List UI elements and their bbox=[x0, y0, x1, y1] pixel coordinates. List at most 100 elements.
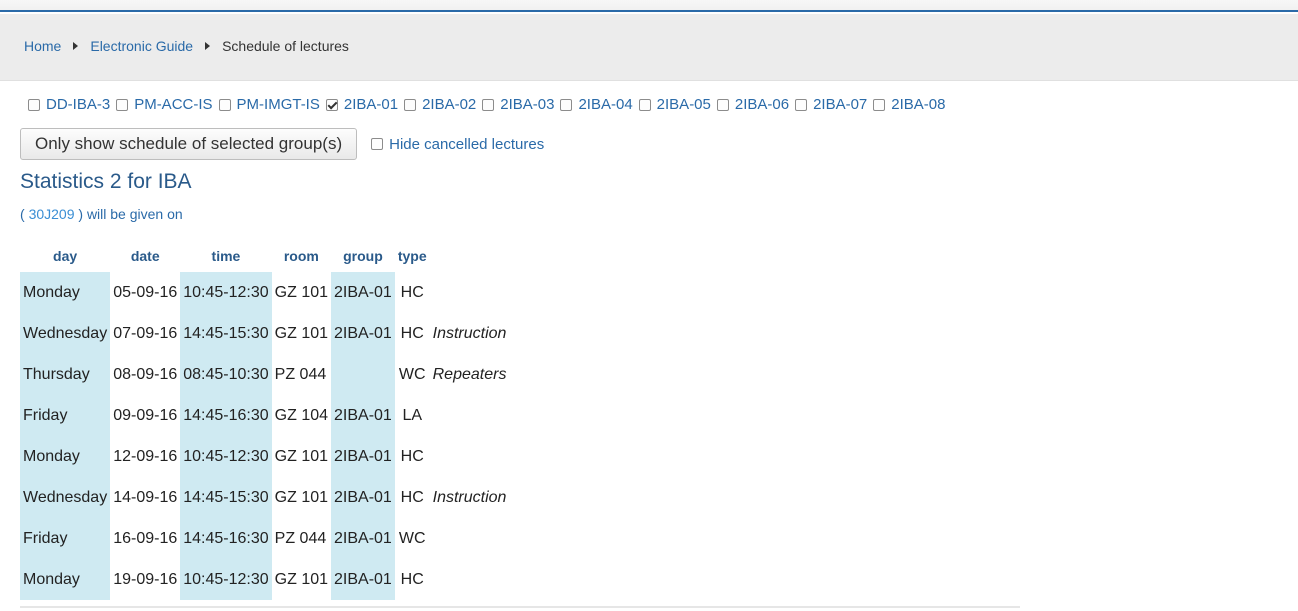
group-checkbox[interactable] bbox=[560, 98, 573, 111]
group-checkbox[interactable] bbox=[218, 98, 231, 111]
group-option[interactable]: 2IBA-01 bbox=[325, 96, 398, 113]
hide-cancelled-checkbox[interactable] bbox=[371, 138, 384, 150]
cell-room: GZ 101 bbox=[274, 447, 329, 465]
cell-note: Instruction bbox=[432, 488, 507, 506]
given-on-text: ) will be given on bbox=[78, 206, 183, 222]
group-label[interactable]: PM-ACC-IS bbox=[134, 96, 212, 113]
cell-day: Monday bbox=[20, 559, 111, 600]
cell-time: 08:45-10:30 bbox=[180, 354, 272, 395]
table-row: Monday 19-09-16 10:45-12:30 GZ 101 2IBA-01 HC bbox=[20, 559, 509, 600]
cell-room: GZ 101 bbox=[274, 283, 329, 301]
only-selected-groups-button[interactable]: Only show schedule of selected group(s) bbox=[20, 128, 358, 160]
breadcrumb-arrow-icon bbox=[73, 42, 79, 50]
cell-type: WC bbox=[398, 365, 426, 383]
cell-day: Thursday bbox=[20, 354, 111, 395]
cell-room: PZ 044 bbox=[274, 365, 327, 383]
cell-date: 05-09-16 bbox=[113, 283, 178, 301]
cell-type: HC bbox=[400, 488, 424, 506]
group-label[interactable]: 2IBA-03 bbox=[500, 96, 554, 113]
breadcrumb-bar: Home Electronic Guide Schedule of lectur… bbox=[0, 14, 1298, 81]
cell-time: 10:45-12:30 bbox=[180, 436, 272, 477]
cell-type: LA bbox=[402, 406, 423, 424]
cell-room: GZ 104 bbox=[274, 406, 329, 424]
cell-note: Instruction bbox=[432, 324, 507, 342]
cell-group: 2IBA-01 bbox=[331, 477, 395, 518]
group-checkbox[interactable] bbox=[404, 98, 417, 111]
group-option[interactable]: PM-ACC-IS bbox=[116, 96, 213, 113]
cell-group bbox=[331, 354, 395, 395]
group-option[interactable]: DD-IBA-3 bbox=[28, 96, 110, 113]
group-option[interactable]: 2IBA-05 bbox=[638, 96, 711, 113]
cell-note bbox=[430, 518, 510, 559]
group-label[interactable]: 2IBA-02 bbox=[422, 96, 476, 113]
schedule-body: Monday 05-09-16 10:45-12:30 GZ 101 2IBA-01 HC… bbox=[20, 272, 509, 600]
breadcrumb-current: Schedule of lectures bbox=[222, 38, 349, 54]
group-checkbox[interactable] bbox=[482, 98, 495, 111]
group-checkbox[interactable] bbox=[638, 98, 651, 111]
cell-note bbox=[430, 395, 510, 436]
group-checkbox[interactable] bbox=[795, 98, 808, 111]
group-option[interactable]: 2IBA-04 bbox=[560, 96, 633, 113]
cell-day: Friday bbox=[20, 518, 111, 559]
group-checkbox[interactable] bbox=[873, 98, 886, 111]
group-label[interactable]: 2IBA-06 bbox=[735, 96, 789, 113]
table-row: Friday 16-09-16 14:45-16:30 PZ 044 2IBA-01 WC bbox=[20, 518, 509, 559]
column-header-day: day bbox=[53, 248, 78, 264]
cell-note bbox=[430, 559, 510, 600]
table-row: Wednesday 14-09-16 14:45-15:30 GZ 101 2IBA-0… bbox=[20, 477, 509, 518]
group-option[interactable]: 2IBA-08 bbox=[873, 96, 945, 113]
group-label[interactable]: 2IBA-08 bbox=[891, 96, 945, 113]
cell-group: 2IBA-01 bbox=[331, 395, 395, 436]
cell-day: Wednesday bbox=[20, 313, 111, 354]
schedule-table: day date time room group type Monday 05-09-16 1… bbox=[20, 240, 509, 600]
group-checkbox[interactable] bbox=[116, 98, 129, 111]
column-header-note bbox=[430, 240, 510, 272]
cell-time: 14:45-16:30 bbox=[180, 395, 272, 436]
group-label[interactable]: 2IBA-05 bbox=[657, 96, 711, 113]
breadcrumb-guide-link[interactable]: Electronic Guide bbox=[90, 38, 193, 54]
column-header-type: type bbox=[397, 248, 427, 264]
cell-date: 19-09-16 bbox=[113, 570, 178, 588]
column-header-room: room bbox=[283, 248, 319, 264]
cell-type: HC bbox=[400, 283, 424, 301]
cell-type: HC bbox=[400, 447, 424, 465]
cell-day: Friday bbox=[20, 395, 111, 436]
cell-date: 12-09-16 bbox=[113, 447, 178, 465]
group-checkbox[interactable] bbox=[716, 98, 729, 111]
cell-room: PZ 044 bbox=[274, 529, 327, 547]
cell-date: 09-09-16 bbox=[113, 406, 178, 424]
column-header-time: time bbox=[211, 248, 241, 264]
cell-note bbox=[430, 272, 510, 313]
course-code-link[interactable]: 30J209 bbox=[29, 206, 75, 222]
group-checkbox[interactable] bbox=[325, 98, 338, 111]
breadcrumb-home-link[interactable]: Home bbox=[24, 38, 61, 54]
cell-group: 2IBA-01 bbox=[331, 518, 395, 559]
cell-group: 2IBA-01 bbox=[331, 313, 395, 354]
group-option[interactable]: PM-IMGT-IS bbox=[218, 96, 320, 113]
cell-time: 14:45-15:30 bbox=[180, 477, 272, 518]
group-label[interactable]: 2IBA-01 bbox=[344, 96, 398, 113]
group-label[interactable]: 2IBA-04 bbox=[578, 96, 632, 113]
action-row: Only show schedule of selected group(s) … bbox=[20, 128, 544, 160]
group-option[interactable]: 2IBA-06 bbox=[716, 96, 789, 113]
group-checkbox[interactable] bbox=[28, 98, 40, 111]
cell-note bbox=[430, 436, 510, 477]
table-row: Wednesday 07-09-16 14:45-15:30 GZ 101 2IBA-0… bbox=[20, 313, 509, 354]
group-option[interactable]: 2IBA-02 bbox=[404, 96, 476, 113]
cell-date: 14-09-16 bbox=[113, 488, 178, 506]
cell-type: HC bbox=[400, 570, 424, 588]
cell-note: Repeaters bbox=[432, 365, 507, 383]
group-label[interactable]: PM-IMGT-IS bbox=[237, 96, 320, 113]
cell-group: 2IBA-01 bbox=[331, 559, 395, 600]
course-title: Statistics 2 for IBA bbox=[20, 170, 192, 193]
cell-day: Wednesday bbox=[20, 477, 111, 518]
cell-date: 08-09-16 bbox=[113, 365, 178, 383]
group-selector: DD-IBA-3 PM-ACC-IS PM-IMGT-IS 2IBA-01 2IBA-0… bbox=[28, 96, 951, 113]
hide-cancelled-label[interactable]: Hide cancelled lectures bbox=[389, 136, 544, 153]
group-label[interactable]: DD-IBA-3 bbox=[46, 96, 110, 113]
group-label[interactable]: 2IBA-07 bbox=[813, 96, 867, 113]
cell-group: 2IBA-01 bbox=[331, 436, 395, 477]
group-option[interactable]: 2IBA-03 bbox=[482, 96, 554, 113]
cell-type: WC bbox=[398, 529, 426, 547]
group-option[interactable]: 2IBA-07 bbox=[795, 96, 867, 113]
